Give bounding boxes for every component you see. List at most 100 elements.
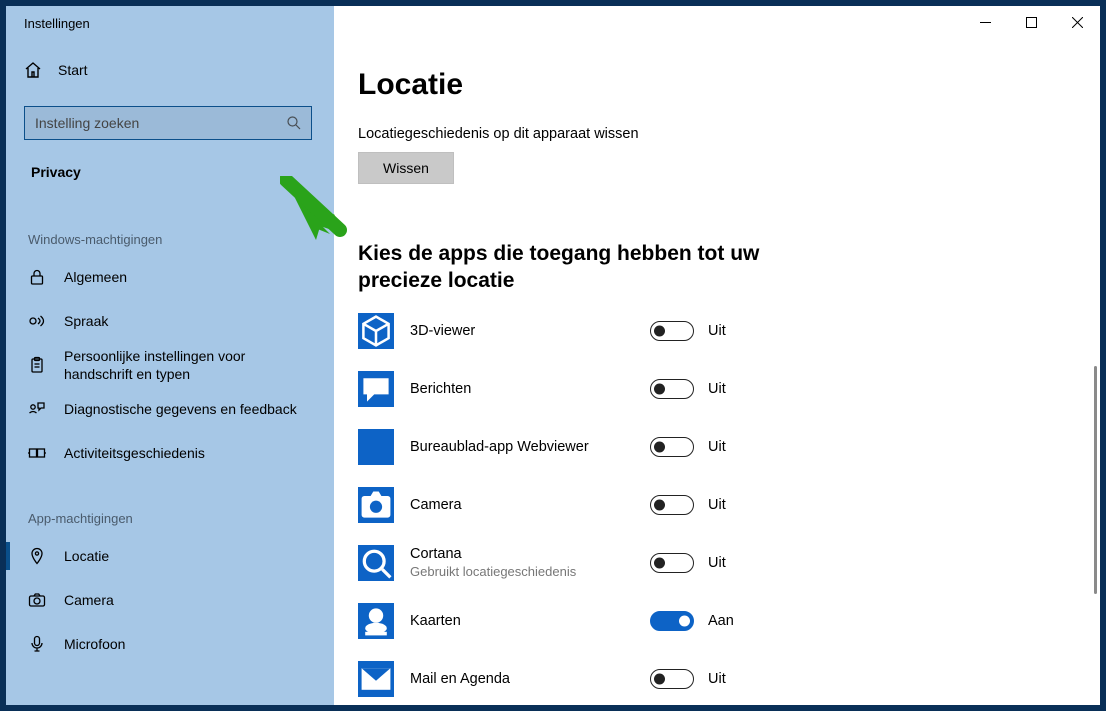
app-text: Mail en Agenda (410, 671, 650, 687)
app-toggle-wrap: Uit (650, 379, 726, 399)
sidebar: Start Privacy Windows-machtigingen Algem… (6, 40, 334, 705)
toggle-state-label: Uit (708, 497, 726, 513)
app-name: Bureaublad-app Webviewer (410, 439, 650, 455)
search-icon (287, 116, 301, 130)
app-text: Cortana Gebruikt locatiegeschiedenis (410, 546, 650, 579)
speech-icon (28, 312, 46, 330)
titlebar: Instellingen (6, 6, 1100, 40)
toggle-state-label: Uit (708, 323, 726, 339)
clipboard-icon (28, 356, 46, 374)
app-name: 3D-viewer (410, 323, 650, 339)
sidebar-item-label: Microfoon (64, 635, 125, 653)
apps-list: 3D-viewerUitBerichtenUitBureaublad-app W… (358, 313, 1084, 697)
search-box[interactable] (24, 106, 312, 140)
app-text: 3D-viewer (410, 323, 650, 339)
app-toggle[interactable] (650, 669, 694, 689)
app-icon (358, 429, 394, 465)
home-link[interactable]: Start (24, 48, 322, 92)
sidebar-item-general[interactable]: Algemeen (24, 255, 322, 299)
app-toggle-wrap: Uit (650, 553, 726, 573)
toggle-state-label: Aan (708, 613, 734, 629)
minimize-icon (980, 17, 991, 28)
app-name: Cortana (410, 546, 650, 562)
app-row: Mail en Agenda Uit (358, 661, 1084, 697)
minimize-button[interactable] (962, 6, 1008, 38)
app-name: Mail en Agenda (410, 671, 650, 687)
toggle-state-label: Uit (708, 439, 726, 455)
app-toggle[interactable] (650, 321, 694, 341)
clear-history-button[interactable]: Wissen (358, 152, 454, 184)
toggle-state-label: Uit (708, 671, 726, 687)
app-toggle[interactable] (650, 379, 694, 399)
app-row: Camera Uit (358, 487, 1084, 523)
app-icon (358, 313, 394, 349)
app-text: Bureaublad-app Webviewer (410, 439, 650, 455)
home-label: Start (58, 62, 88, 78)
app-toggle-wrap: Aan (650, 611, 734, 631)
search-input[interactable] (35, 115, 287, 131)
app-toggle-wrap: Uit (650, 495, 726, 515)
app-subtext: Gebruikt locatiegeschiedenis (410, 564, 650, 579)
feedback-icon (28, 400, 46, 418)
sidebar-item-label: Activiteitsgeschiedenis (64, 444, 205, 462)
app-toggle[interactable] (650, 611, 694, 631)
microphone-icon (28, 635, 46, 653)
sidebar-item-label: Camera (64, 591, 114, 609)
app-name: Kaarten (410, 613, 650, 629)
maximize-icon (1026, 17, 1037, 28)
app-row: Kaarten Aan (358, 603, 1084, 639)
sidebar-item-label: Algemeen (64, 268, 127, 286)
choose-apps-heading: Kies de apps die toegang hebben tot uw p… (358, 240, 818, 295)
home-icon (24, 61, 42, 79)
titlebar-title: Instellingen (6, 6, 334, 40)
camera-icon (28, 591, 46, 609)
content-area: Start Privacy Windows-machtigingen Algem… (6, 40, 1100, 705)
app-icon (358, 371, 394, 407)
app-toggle-wrap: Uit (650, 669, 726, 689)
sidebar-item-label: Spraak (64, 312, 108, 330)
close-icon (1072, 17, 1083, 28)
app-row: Bureaublad-app Webviewer Uit (358, 429, 1084, 465)
history-caption: Locatiegeschiedenis op dit apparaat wiss… (358, 126, 1084, 142)
location-icon (28, 547, 46, 565)
app-icon (358, 603, 394, 639)
app-title: Instellingen (24, 16, 90, 31)
sidebar-item-location[interactable]: Locatie (24, 534, 322, 578)
app-toggle[interactable] (650, 553, 694, 573)
app-text: Kaarten (410, 613, 650, 629)
app-toggle-wrap: Uit (650, 437, 726, 457)
app-toggle[interactable] (650, 495, 694, 515)
sidebar-item-camera[interactable]: Camera (24, 578, 322, 622)
group-windows-permissions: Windows-machtigingen (24, 232, 322, 247)
window-controls (334, 6, 1100, 38)
maximize-button[interactable] (1008, 6, 1054, 38)
sidebar-item-label: Diagnostische gegevens en feedback (64, 400, 297, 418)
sidebar-item-diagnostics[interactable]: Diagnostische gegevens en feedback (24, 387, 322, 431)
app-name: Camera (410, 497, 650, 513)
sidebar-item-microphone[interactable]: Microfoon (24, 622, 322, 666)
close-button[interactable] (1054, 6, 1100, 38)
sidebar-item-speech[interactable]: Spraak (24, 299, 322, 343)
main-panel: Locatie Locatiegeschiedenis op dit appar… (334, 40, 1100, 705)
app-row: Berichten Uit (358, 371, 1084, 407)
app-toggle-wrap: Uit (650, 321, 726, 341)
app-text: Berichten (410, 381, 650, 397)
app-icon (358, 661, 394, 697)
app-icon (358, 545, 394, 581)
app-name: Berichten (410, 381, 650, 397)
scrollbar[interactable] (1094, 366, 1097, 594)
app-toggle[interactable] (650, 437, 694, 457)
page-title: Locatie (358, 68, 1084, 102)
toggle-state-label: Uit (708, 381, 726, 397)
app-row: Cortana Gebruikt locatiegeschiedenis Uit (358, 545, 1084, 581)
group-app-permissions: App-machtigingen (24, 511, 322, 526)
app-text: Camera (410, 497, 650, 513)
sidebar-item-inking[interactable]: Persoonlijke instellingen voor handschri… (24, 343, 322, 387)
toggle-state-label: Uit (708, 555, 726, 571)
sidebar-item-label: Locatie (64, 547, 109, 565)
sidebar-item-label: Persoonlijke instellingen voor handschri… (64, 347, 314, 383)
lock-icon (28, 268, 46, 286)
app-row: 3D-viewer Uit (358, 313, 1084, 349)
sidebar-item-activity[interactable]: Activiteitsgeschiedenis (24, 431, 322, 475)
settings-window: Instellingen Start (6, 6, 1100, 705)
